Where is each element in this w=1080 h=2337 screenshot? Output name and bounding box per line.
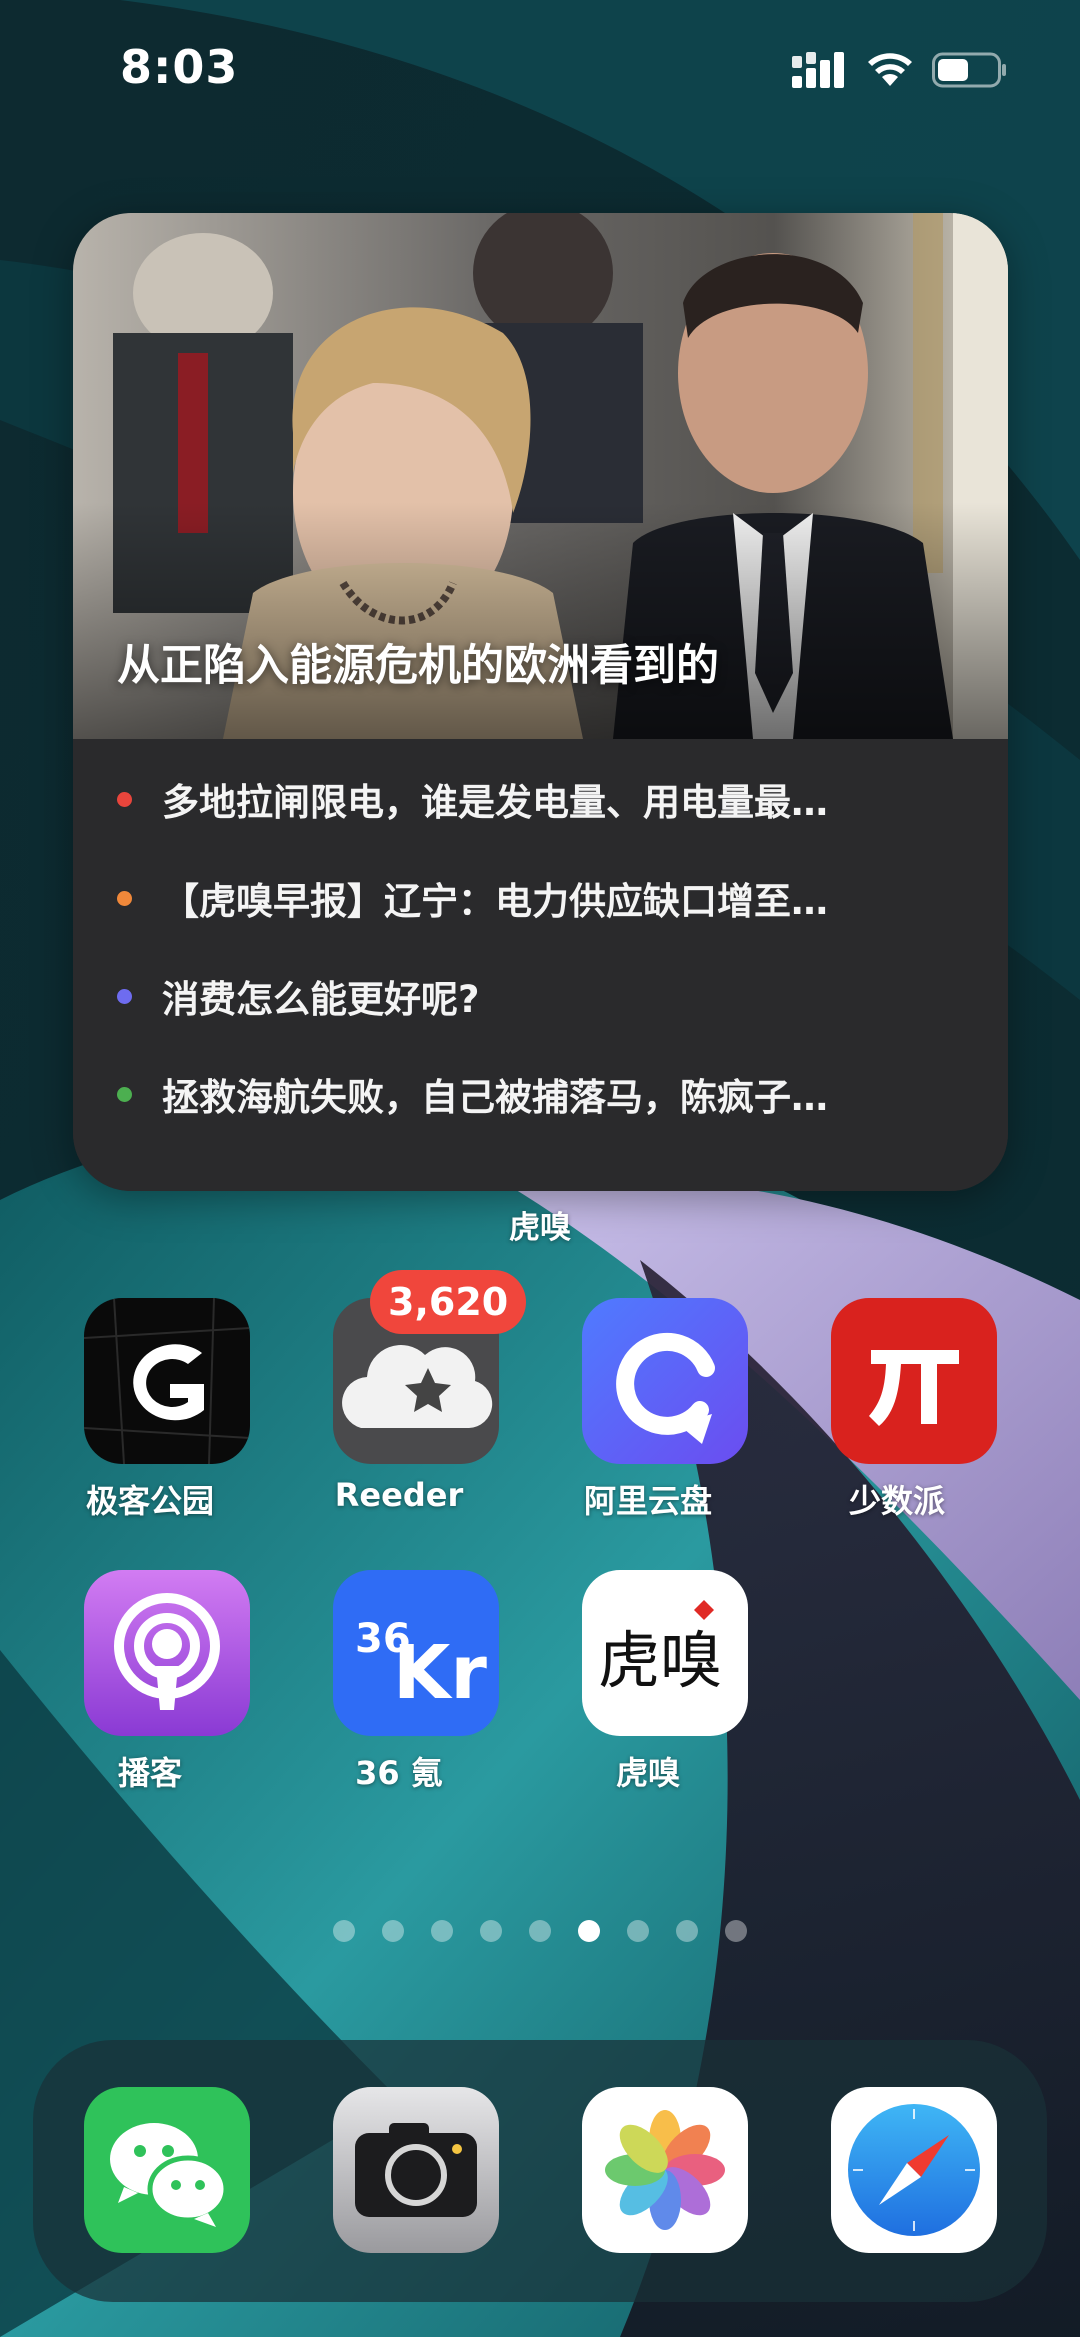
- news-title: 多地拉闸限电，谁是发电量、用电量最…: [162, 781, 828, 824]
- svg-text:Kr: Kr: [393, 1630, 487, 1716]
- app-label: 36 氪: [355, 1754, 443, 1792]
- app-label: 播客: [117, 1754, 182, 1792]
- app-36kr[interactable]: 36 Kr 36 氪: [299, 1570, 499, 1800]
- status-bar: 8:03: [0, 0, 1080, 140]
- news-item[interactable]: 拯救海航失败，自己被捕落马，陈疯子…: [117, 1059, 977, 1129]
- widget-hero-title[interactable]: 从正陷入能源危机的欧洲看到的: [117, 631, 719, 693]
- battery-icon: [932, 52, 1006, 88]
- page-dot[interactable]: [431, 1920, 453, 1942]
- camera-icon[interactable]: [333, 2087, 499, 2253]
- podcasts-icon[interactable]: [84, 1570, 250, 1736]
- news-dot: [117, 988, 132, 1004]
- 36kr-icon[interactable]: 36 Kr: [333, 1570, 499, 1736]
- app-aliyun-drive[interactable]: 阿里云盘: [548, 1298, 748, 1528]
- status-time: 8:03: [120, 40, 239, 94]
- page-dot[interactable]: [529, 1920, 551, 1942]
- news-item[interactable]: 【虎嗅早报】辽宁：电力供应缺口增至…: [117, 863, 977, 933]
- aliyun-drive-icon[interactable]: [582, 1298, 748, 1464]
- app-podcasts[interactable]: 播客: [50, 1570, 250, 1800]
- app-label: 极客公园: [85, 1482, 214, 1520]
- news-dot: [117, 890, 132, 906]
- page-dot[interactable]: [333, 1920, 355, 1942]
- widget-label: 虎嗅: [509, 1210, 571, 1246]
- page-dot[interactable]: [480, 1920, 502, 1942]
- app-geekpark[interactable]: 极客公园: [50, 1298, 250, 1528]
- app-huxiu[interactable]: 虎嗅 虎嗅: [548, 1570, 748, 1800]
- safari-icon[interactable]: [831, 2087, 997, 2253]
- status-icons: [792, 52, 1008, 88]
- notification-badge: 3,620: [370, 1270, 527, 1334]
- app-label: 阿里云盘: [583, 1482, 712, 1520]
- app-sspai[interactable]: 少数派: [797, 1298, 997, 1528]
- news-dot: [117, 791, 132, 807]
- page-dot[interactable]: [382, 1920, 404, 1942]
- page-dot-active[interactable]: [578, 1920, 600, 1942]
- geekpark-icon[interactable]: [84, 1298, 250, 1464]
- news-item[interactable]: 多地拉闸限电，谁是发电量、用电量最…: [117, 764, 977, 834]
- page-dot[interactable]: [676, 1920, 698, 1942]
- news-title: 消费怎么能更好呢?: [162, 978, 480, 1021]
- svg-text:虎嗅: 虎嗅: [598, 1624, 722, 1697]
- page-indicator[interactable]: [0, 1920, 1080, 1942]
- sspai-icon[interactable]: [831, 1298, 997, 1464]
- widget-news-list: 多地拉闸限电，谁是发电量、用电量最… 【虎嗅早报】辽宁：电力供应缺口增至… 消费…: [73, 739, 1008, 1191]
- wechat-icon[interactable]: [84, 2087, 250, 2253]
- page-dot[interactable]: [627, 1920, 649, 1942]
- news-title: 拯救海航失败，自己被捕落马，陈疯子…: [162, 1076, 828, 1119]
- app-label: 少数派: [848, 1482, 945, 1520]
- news-dot: [117, 1086, 132, 1102]
- app-label: Reeder: [334, 1476, 464, 1514]
- cellular-signal-icon: [792, 52, 844, 88]
- huxiu-icon[interactable]: 虎嗅: [582, 1570, 748, 1736]
- app-label: 虎嗅: [615, 1754, 680, 1792]
- wifi-icon: [868, 53, 912, 86]
- news-title: 【虎嗅早报】辽宁：电力供应缺口增至…: [162, 880, 828, 923]
- huxiu-news-widget[interactable]: 从正陷入能源危机的欧洲看到的 多地拉闸限电，谁是发电量、用电量最… 【虎嗅早报】…: [73, 213, 1008, 1191]
- page-dot[interactable]: [725, 1920, 747, 1942]
- photos-icon[interactable]: [582, 2087, 748, 2253]
- news-item[interactable]: 消费怎么能更好呢?: [117, 961, 977, 1031]
